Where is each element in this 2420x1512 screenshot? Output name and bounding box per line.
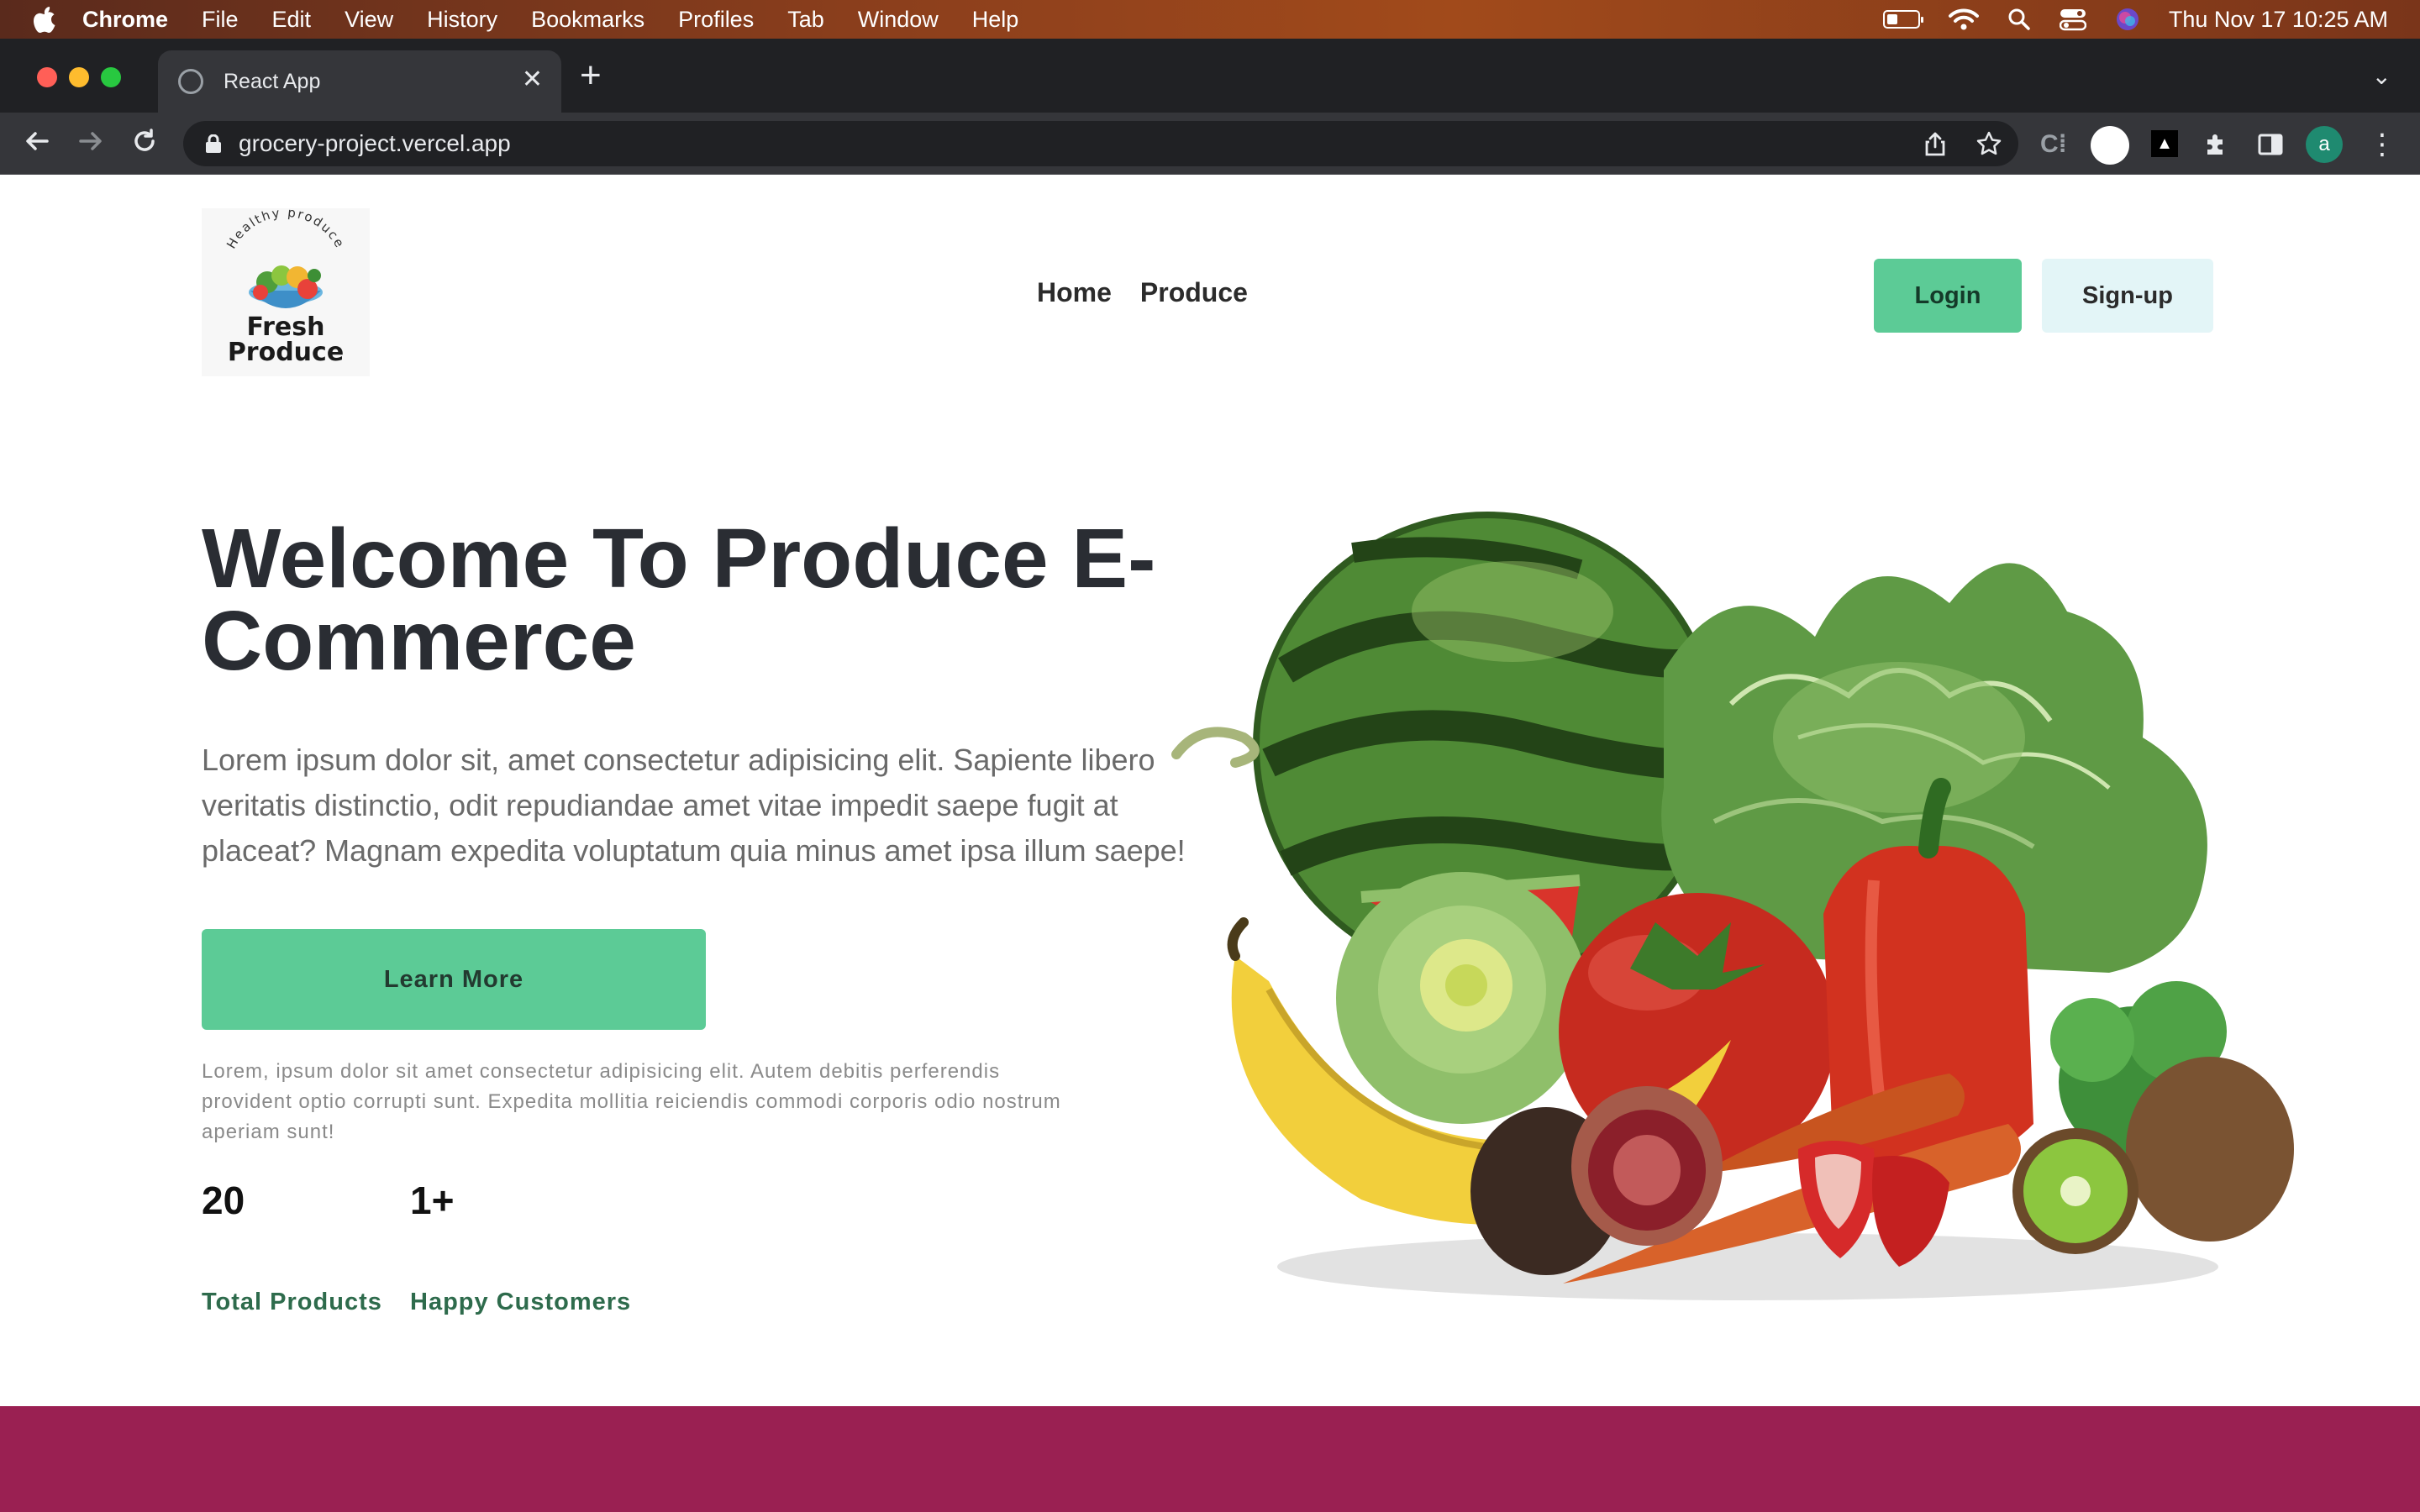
new-tab-plus-icon[interactable]: + bbox=[580, 57, 602, 94]
tab-close-icon[interactable]: ✕ bbox=[522, 67, 543, 92]
stat-happy-customers-label: Happy Customers bbox=[410, 1289, 632, 1315]
login-button[interactable]: Login bbox=[1874, 259, 2022, 333]
hero-small-text: Lorem, ipsum dolor sit amet consectetur … bbox=[202, 1060, 1061, 1143]
menu-history[interactable]: History bbox=[427, 7, 497, 33]
stat-total-products-label: Total Products bbox=[202, 1289, 382, 1315]
apple-menu-icon[interactable] bbox=[32, 5, 57, 34]
site-logo[interactable]: Healthy produce Fresh Produce bbox=[202, 208, 370, 376]
logo-text-produce: Produce bbox=[227, 338, 345, 367]
forward-arrow-icon[interactable] bbox=[77, 128, 104, 155]
nav-produce-link[interactable]: Produce bbox=[1140, 277, 1248, 308]
hero-produce-illustration bbox=[1171, 512, 2294, 1300]
macos-menu-bar: Chrome File Edit View History Bookmarks … bbox=[0, 0, 2420, 39]
hero-title: Welcome To Produce E-Commerce bbox=[202, 512, 1156, 688]
side-panel-icon[interactable] bbox=[2257, 129, 2284, 160]
profile-avatar[interactable]: a bbox=[2306, 126, 2343, 163]
menu-view[interactable]: View bbox=[345, 7, 393, 33]
siri-icon[interactable] bbox=[2115, 7, 2140, 32]
address-bar[interactable]: grocery-project.vercel.app bbox=[183, 121, 2018, 166]
main-nav: Home Produce bbox=[1037, 277, 1248, 308]
web-page: Healthy produce Fresh Produce Home Produ… bbox=[0, 175, 2420, 1512]
footer-band bbox=[0, 1406, 2420, 1512]
window-zoom-button[interactable] bbox=[101, 67, 121, 87]
menu-help[interactable]: Help bbox=[972, 7, 1019, 33]
nav-home-link[interactable]: Home bbox=[1037, 277, 1112, 308]
extension-triangle-icon[interactable]: ▲ bbox=[2151, 130, 2178, 157]
back-arrow-icon[interactable] bbox=[24, 128, 50, 155]
hero-description: Lorem ipsum dolor sit, amet consectetur … bbox=[202, 743, 1186, 868]
chrome-menu-kebab-icon[interactable]: ⋮ bbox=[2368, 129, 2396, 160]
menu-window[interactable]: Window bbox=[858, 7, 939, 33]
browser-tab-strip: React App ✕ + ⌄ bbox=[0, 39, 2420, 113]
stat-total-products-value: 20 bbox=[202, 1179, 245, 1222]
extension-circle-icon[interactable] bbox=[2091, 126, 2129, 165]
svg-text:Healthy produce: Healthy produce bbox=[224, 208, 348, 251]
menu-edit[interactable]: Edit bbox=[272, 7, 312, 33]
menu-file[interactable]: File bbox=[202, 7, 239, 33]
menu-bookmarks[interactable]: Bookmarks bbox=[531, 7, 644, 33]
battery-icon[interactable] bbox=[1882, 10, 1923, 29]
tab-search-chevron-icon[interactable]: ⌄ bbox=[2372, 62, 2391, 90]
browser-toolbar: grocery-project.vercel.app C⁞ ▲ a ⋮ bbox=[0, 113, 2420, 175]
bookmark-star-icon[interactable] bbox=[1976, 131, 2002, 156]
stat-happy-customers-value: 1+ bbox=[410, 1179, 455, 1222]
browser-tab-active[interactable]: React App ✕ bbox=[158, 50, 561, 113]
spotlight-search-icon[interactable] bbox=[2007, 8, 2031, 31]
logo-arc-text: Healthy produce bbox=[224, 208, 346, 251]
extension-ci-icon[interactable]: C⁞ bbox=[2040, 129, 2067, 160]
reload-icon[interactable] bbox=[131, 128, 158, 155]
menu-clock[interactable]: Thu Nov 17 10:25 AM bbox=[2169, 7, 2388, 33]
share-icon[interactable] bbox=[1924, 131, 1946, 156]
menu-tab[interactable]: Tab bbox=[787, 7, 824, 33]
wifi-icon[interactable] bbox=[1948, 8, 1979, 31]
control-center-icon[interactable] bbox=[2059, 8, 2086, 31]
url-text[interactable]: grocery-project.vercel.app bbox=[239, 130, 511, 157]
globe-icon bbox=[178, 69, 203, 94]
learn-more-button[interactable]: Learn More bbox=[202, 929, 706, 1030]
window-minimize-button[interactable] bbox=[69, 67, 89, 87]
menu-app-name[interactable]: Chrome bbox=[82, 7, 168, 33]
signup-button[interactable]: Sign-up bbox=[2042, 259, 2213, 333]
menu-profiles[interactable]: Profiles bbox=[678, 7, 754, 33]
window-close-button[interactable] bbox=[37, 67, 57, 87]
tab-title: React App bbox=[224, 69, 321, 93]
lock-icon[interactable] bbox=[205, 134, 222, 153]
extensions-puzzle-icon[interactable] bbox=[2203, 129, 2230, 160]
